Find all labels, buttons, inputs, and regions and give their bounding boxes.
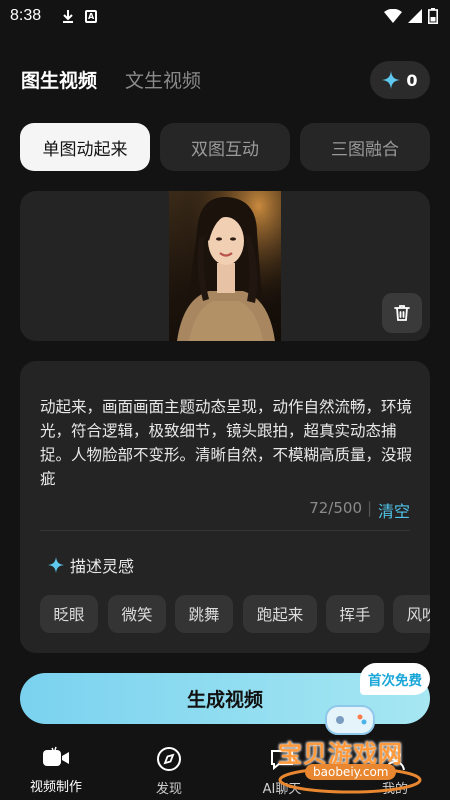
clear-button[interactable]: 清空 [378, 498, 410, 522]
chip-blink[interactable]: 眨眼 [40, 595, 98, 633]
nav-ai-chat[interactable]: AI聊天 [242, 746, 322, 797]
nav-label: AI聊天 [262, 782, 302, 797]
wifi-icon [384, 9, 402, 23]
tab-image-to-video[interactable]: 图生视频 [21, 66, 97, 93]
nav-discover[interactable]: 发现 [129, 746, 209, 797]
notification-a-icon: A [85, 9, 98, 23]
prompt-panel: 动起来，画面画面主题动态呈现，动作自然流畅，环境光，符合逻辑，极致细节，镜头跟拍… [20, 361, 430, 653]
tab-text-to-video[interactable]: 文生视频 [125, 66, 201, 93]
chip-smile[interactable]: 微笑 [108, 595, 166, 633]
character-counter: 72/500 [309, 499, 362, 517]
delete-image-button[interactable] [382, 293, 422, 333]
sparkle-icon [382, 71, 401, 89]
status-time: 8:38 [10, 7, 42, 24]
divider [40, 530, 410, 531]
inspiration-button[interactable]: 描述灵感 [48, 553, 134, 577]
video-camera-icon [43, 746, 69, 766]
nav-video-create[interactable]: 视频制作 [16, 746, 96, 795]
profile-icon [385, 749, 405, 771]
counter-separator: | [366, 499, 372, 517]
sparkle-icon [48, 557, 64, 573]
nav-label: 视频制作 [29, 780, 82, 795]
image-upload-panel [20, 191, 430, 341]
prompt-textarea[interactable]: 动起来，画面画面主题动态呈现，动作自然流畅，环境光，符合逻辑，极致细节，镜头跟拍… [40, 395, 412, 491]
battery-icon [428, 8, 438, 24]
inspiration-label: 描述灵感 [70, 557, 135, 576]
compass-icon [157, 747, 181, 771]
header: 图生视频 文生视频 0 [0, 60, 450, 102]
nav-profile[interactable]: 我的 [355, 746, 435, 797]
uploaded-photo[interactable] [169, 191, 281, 341]
mode-selector: 单图动起来 双图互动 三图融合 [20, 123, 430, 171]
first-free-badge: 首次免费 [360, 663, 430, 695]
nav-label: 发现 [155, 782, 182, 797]
credits-count: 0 [406, 70, 418, 90]
credits-button[interactable]: 0 [370, 61, 430, 99]
download-icon [63, 10, 74, 23]
signal-icon [408, 9, 422, 23]
mode-single-image[interactable]: 单图动起来 [20, 123, 150, 171]
suggestion-chips: 眨眼 微笑 跳舞 跑起来 挥手 风吹 [40, 595, 430, 633]
mode-triple-image[interactable]: 三图融合 [300, 123, 430, 171]
chip-wave[interactable]: 挥手 [326, 595, 384, 633]
chip-run[interactable]: 跑起来 [243, 595, 317, 633]
status-bar: 8:38 A [0, 0, 450, 32]
chip-dance[interactable]: 跳舞 [175, 595, 233, 633]
portrait-illustration [169, 191, 281, 341]
nav-label: 我的 [381, 782, 408, 797]
mode-dual-image[interactable]: 双图互动 [160, 123, 290, 171]
chip-wind[interactable]: 风吹 [393, 595, 430, 633]
trash-icon [394, 305, 410, 321]
bottom-nav: 视频制作 发现 AI聊天 我的 [0, 740, 450, 800]
chat-icon [271, 750, 293, 771]
